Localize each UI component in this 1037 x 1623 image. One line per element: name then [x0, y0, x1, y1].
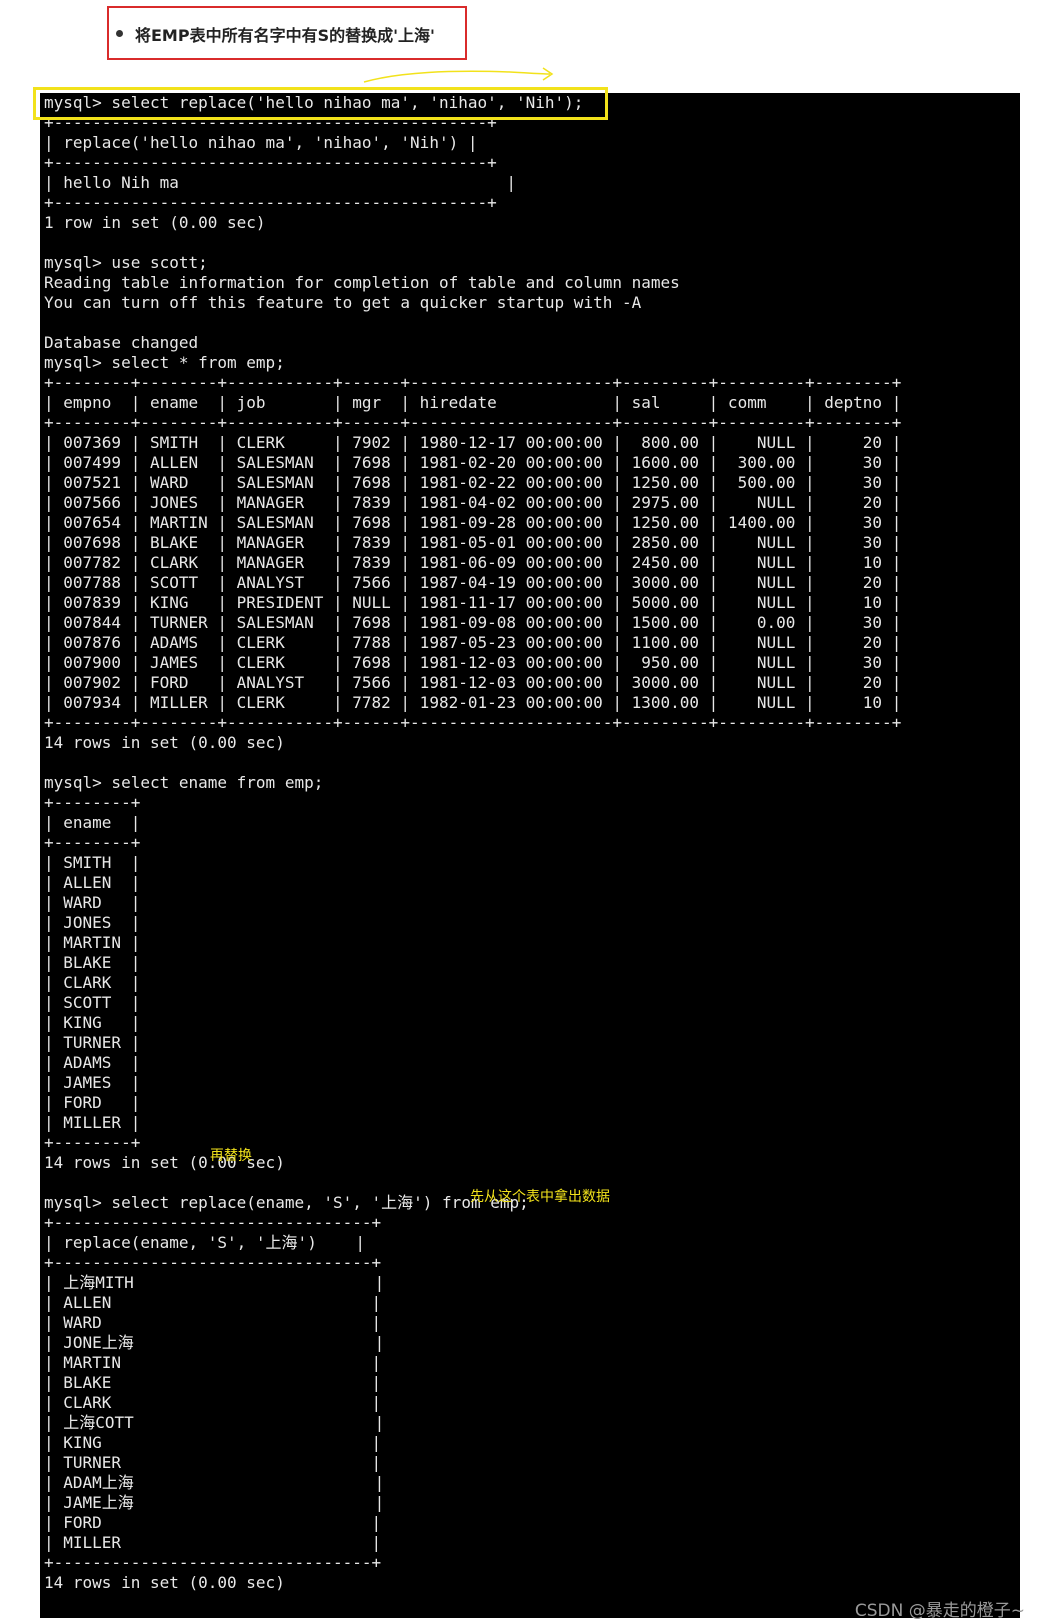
terminal-line: | WARD | — [44, 1313, 382, 1332]
terminal-line: +--------+--------+-----------+------+--… — [44, 413, 902, 432]
terminal-line: | 上海COTT | — [44, 1413, 385, 1432]
command-highlight-box — [33, 87, 608, 120]
bullet-icon — [116, 30, 123, 37]
terminal-line: +---------------------------------------… — [44, 153, 497, 172]
terminal-line: | 007839 | KING | PRESIDENT | NULL | 198… — [44, 593, 902, 612]
terminal-line: | ename | — [44, 813, 141, 832]
terminal-line: | JAME上海 | — [44, 1493, 385, 1512]
terminal-line: +---------------------------------------… — [44, 193, 497, 212]
terminal-line: | FORD | — [44, 1093, 141, 1112]
terminal-line: | MILLER | — [44, 1113, 141, 1132]
terminal-line: Reading table information for completion… — [44, 273, 680, 292]
terminal-line: | 007902 | FORD | ANALYST | 7566 | 1981-… — [44, 673, 902, 692]
terminal-line: 14 rows in set (0.00 sec) — [44, 1573, 285, 1592]
terminal-line: | FORD | — [44, 1513, 382, 1532]
terminal-line: | SMITH | — [44, 853, 141, 872]
terminal-line: | 007788 | SCOTT | ANALYST | 7566 | 1987… — [44, 573, 902, 592]
terminal-line: | JONES | — [44, 913, 141, 932]
terminal-line: +--------+ — [44, 833, 141, 852]
terminal-line: | JAMES | — [44, 1073, 141, 1092]
terminal-line: 1 row in set (0.00 sec) — [44, 213, 266, 232]
task-text: 将EMP表中所有名字中有S的替换成'上海' — [135, 26, 435, 45]
terminal-line: | TURNER | — [44, 1453, 382, 1472]
terminal-line: | MARTIN | — [44, 1353, 382, 1372]
terminal-line: | 上海MITH | — [44, 1273, 385, 1292]
terminal-line: 14 rows in set (0.00 sec) — [44, 733, 285, 752]
terminal-line: | CLARK | — [44, 1393, 382, 1412]
terminal-line: | KING | — [44, 1433, 382, 1452]
terminal-line: +---------------------------------+ — [44, 1213, 382, 1232]
terminal-line: | CLARK | — [44, 973, 141, 992]
terminal-line: | 007369 | SMITH | CLERK | 7902 | 1980-1… — [44, 433, 902, 452]
terminal-line: | JONE上海 | — [44, 1333, 385, 1352]
terminal-line: +--------+ — [44, 793, 141, 812]
terminal-line: | SCOTT | — [44, 993, 141, 1012]
terminal-line: | KING | — [44, 1013, 141, 1032]
terminal-line: | MILLER | — [44, 1533, 382, 1552]
terminal-line: | replace(ename, 'S', '上海') | — [44, 1233, 365, 1252]
terminal-line: | ADAM上海 | — [44, 1473, 385, 1492]
terminal-line: | 007844 | TURNER | SALESMAN | 7698 | 19… — [44, 613, 902, 632]
terminal-line: | BLAKE | — [44, 953, 141, 972]
terminal-line: | hello Nih ma | — [44, 173, 517, 192]
terminal-line: | ALLEN | — [44, 873, 141, 892]
terminal-line: | replace('hello nihao ma', 'nihao', 'Ni… — [44, 133, 478, 152]
terminal-line: +---------------------------------+ — [44, 1553, 382, 1572]
terminal-line: | ALLEN | — [44, 1293, 382, 1312]
source-annotation: 先从这个表中拿出数据 — [470, 1189, 610, 1205]
terminal-line: +---------------------------------+ — [44, 1253, 382, 1272]
watermark: CSDN @暴走的橙子~ — [854, 1601, 1025, 1621]
terminal-line: Database changed — [44, 333, 199, 352]
terminal-line: | 007499 | ALLEN | SALESMAN | 7698 | 198… — [44, 453, 902, 472]
terminal-output[interactable]: mysql> select replace('hello nihao ma', … — [44, 93, 901, 1593]
terminal-line: | empno | ename | job | mgr | hiredate |… — [44, 393, 902, 412]
terminal-line: +--------+--------+-----------+------+--… — [44, 373, 902, 392]
terminal-line: +--------+ — [44, 1133, 141, 1152]
terminal-line: | 007698 | BLAKE | MANAGER | 7839 | 1981… — [44, 533, 902, 552]
terminal-line: | 007782 | CLARK | MANAGER | 7839 | 1981… — [44, 553, 902, 572]
terminal-line: | 007900 | JAMES | CLERK | 7698 | 1981-1… — [44, 653, 902, 672]
terminal-line: mysql> use scott; — [44, 253, 208, 272]
terminal-line: 14 rows in set (0.00 sec) — [44, 1153, 285, 1172]
terminal-line: | MARTIN | — [44, 933, 141, 952]
terminal-line: | BLAKE | — [44, 1373, 382, 1392]
terminal-line: mysql> select * from emp; — [44, 353, 285, 372]
terminal-line: +--------+--------+-----------+------+--… — [44, 713, 902, 732]
terminal-line: | 007521 | WARD | SALESMAN | 7698 | 1981… — [44, 473, 902, 492]
terminal-line: mysql> select ename from emp; — [44, 773, 324, 792]
terminal-line: | ADAMS | — [44, 1053, 141, 1072]
terminal-line: | 007876 | ADAMS | CLERK | 7788 | 1987-0… — [44, 633, 902, 652]
yellow-arrow-icon — [363, 67, 554, 83]
terminal-line: | 007566 | JONES | MANAGER | 7839 | 1981… — [44, 493, 902, 512]
terminal-line: | TURNER | — [44, 1033, 141, 1052]
replace-annotation: 再替换 — [210, 1148, 252, 1164]
terminal-line: | 007934 | MILLER | CLERK | 7782 | 1982-… — [44, 693, 902, 712]
terminal-line: | WARD | — [44, 893, 141, 912]
terminal-line: | 007654 | MARTIN | SALESMAN | 7698 | 19… — [44, 513, 902, 532]
terminal-line: You can turn off this feature to get a q… — [44, 293, 642, 312]
